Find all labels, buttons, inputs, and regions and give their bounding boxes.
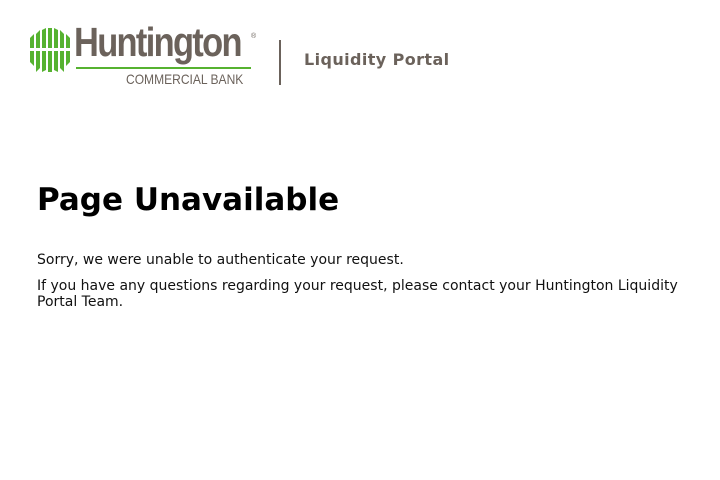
- page-title: Page Unavailable: [37, 182, 340, 218]
- huntington-logo[interactable]: Huntington ® COMMERCIAL BANK: [30, 22, 258, 90]
- main-content: Page Unavailable Sorry, we were unable t…: [37, 180, 687, 310]
- portal-title: Liquidity Portal: [304, 50, 450, 69]
- logo-green-rule: [76, 67, 251, 69]
- huntington-logo-mark-icon: [30, 28, 70, 72]
- logo-subtitle: COMMERCIAL BANK: [126, 71, 244, 87]
- header-divider: [279, 40, 281, 85]
- error-message: Sorry, we were unable to authenticate yo…: [37, 252, 404, 268]
- contact-message: If you have any questions regarding your…: [37, 278, 678, 310]
- registered-mark: ®: [251, 33, 257, 40]
- page-header: Huntington ® COMMERCIAL BANK Liquidity P…: [0, 0, 720, 110]
- logo-wordmark: Huntington: [74, 19, 242, 65]
